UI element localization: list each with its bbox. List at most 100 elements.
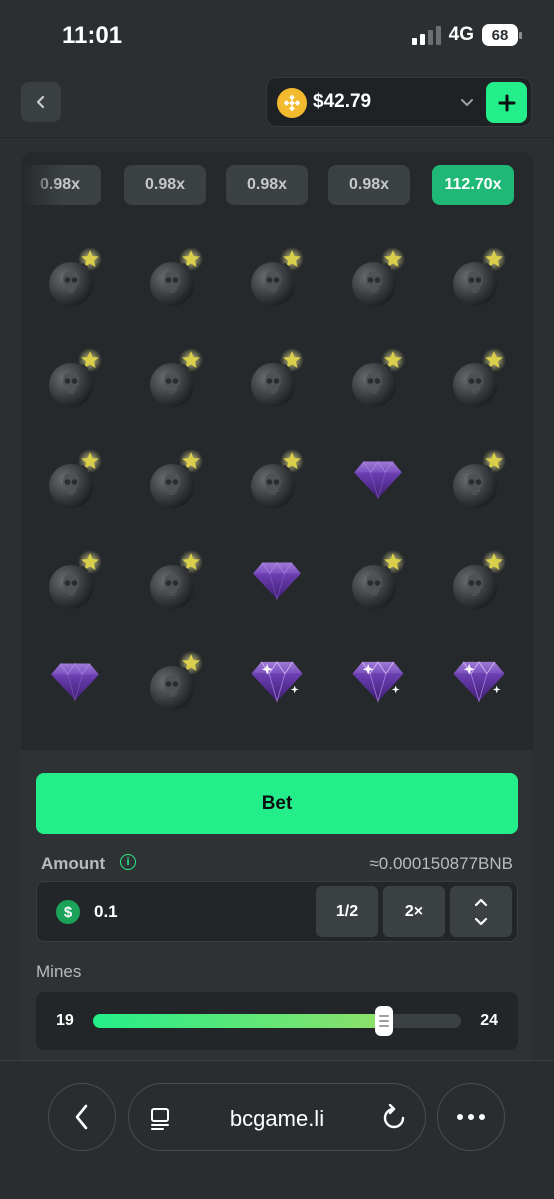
mines-min-value: 19 [56,1012,74,1029]
bomb-icon [49,449,102,508]
amount-stepper-button[interactable] [450,886,512,937]
dollar-coin-icon: $ [56,900,80,924]
bomb-icon [352,550,405,609]
bomb-icon [453,348,506,407]
tile-bomb[interactable] [429,429,529,529]
tile-bomb[interactable] [328,328,428,428]
bomb-icon [150,550,203,609]
plus-icon [498,94,515,111]
tile-bomb[interactable] [126,631,226,731]
tile-gem[interactable] [227,530,327,630]
bomb-icon [352,247,405,306]
tile-grid [25,227,529,737]
bomb-icon [453,247,506,306]
multiplier-chip: 0.98x [124,165,206,205]
tile-gem[interactable] [25,631,125,731]
dot [479,1114,485,1120]
tile-bomb[interactable] [25,530,125,630]
mines-slider-group: 19 24 [36,992,518,1050]
signal-icon [411,25,441,45]
chevron-down-icon [461,99,473,107]
gem-icon [51,662,99,702]
battery-level: 68 [491,26,509,44]
bomb-icon [251,348,304,407]
chevron-left-icon [75,1104,88,1130]
deposit-button[interactable] [486,82,527,123]
address-bar[interactable]: bcgame.li [128,1083,426,1151]
tile-bomb[interactable] [227,227,327,327]
tile-bomb[interactable] [328,227,428,327]
gem-icon [253,561,301,601]
bomb-icon [150,651,203,710]
bomb-icon [352,348,405,407]
browser-back-button[interactable] [48,1083,116,1151]
bomb-icon [251,247,304,306]
network-type: 4G [448,24,474,45]
wallet-balance: $42.79 [313,91,372,112]
gem-icon [354,460,402,500]
bomb-icon [150,348,203,407]
tile-bomb[interactable] [25,429,125,529]
multiplier-fade [21,165,61,205]
up-down-chevron-icon [474,898,488,925]
multiplier-row: 0.98x 0.98x 0.98x 0.98x 112.70x [21,165,533,205]
game-header: $42.79 [0,77,554,138]
status-indicators: 4G 68 [411,24,522,46]
mines-slider[interactable] [93,1006,461,1036]
amount-input-group: $ 0.1 1/2 2× [36,881,518,942]
reload-icon[interactable] [381,1104,407,1132]
tile-bomb[interactable] [429,530,529,630]
wallet-selector[interactable]: $42.79 [266,77,532,127]
mines-max-value: 24 [480,1012,498,1029]
tile-gem[interactable] [328,429,428,529]
amount-label: Amount [41,854,106,873]
tile-gem-revealed[interactable] [429,631,529,731]
chevron-left-icon [36,95,45,109]
bet-controls: Bet Amount i ≈0.000150877BNB $ 0.1 1/2 2… [21,750,533,1060]
tile-bomb[interactable] [227,429,327,529]
half-amount-button[interactable]: 1/2 [316,886,378,937]
battery-icon: 68 [482,24,522,46]
tile-bomb[interactable] [126,530,226,630]
info-icon[interactable]: i [120,854,136,870]
bet-button[interactable]: Bet [36,773,518,834]
browser-toolbar: bcgame.li [0,1060,554,1199]
tile-bomb[interactable] [25,328,125,428]
multiplier-chip: 0.98x [328,165,410,205]
tile-bomb[interactable] [227,328,327,428]
gem-icon [251,661,303,704]
mines-slider-fill [93,1014,384,1028]
bnb-equivalent: ≈0.000150877BNB [369,854,513,873]
gem-icon [352,661,404,704]
back-button[interactable] [21,82,61,122]
more-options-button[interactable] [437,1083,505,1151]
double-amount-button[interactable]: 2× [383,886,445,937]
dot [457,1114,463,1120]
bomb-icon [453,550,506,609]
tile-gem-revealed[interactable] [227,631,327,731]
tile-bomb[interactable] [126,227,226,327]
status-bar: 11:01 4G 68 [0,0,554,80]
tile-bomb[interactable] [429,227,529,327]
dot [468,1114,474,1120]
tile-bomb[interactable] [126,429,226,529]
multiplier-chip: 0.98x [226,165,308,205]
bomb-icon [49,247,102,306]
multiplier-chip-active: 112.70x [432,165,514,205]
bomb-icon [150,247,203,306]
mines-slider-thumb[interactable] [374,1006,393,1036]
tile-bomb[interactable] [25,227,125,327]
mines-label: Mines [36,962,82,981]
bomb-icon [453,449,506,508]
tile-bomb[interactable] [429,328,529,428]
tile-bomb[interactable] [328,530,428,630]
bomb-icon [49,550,102,609]
bomb-icon [49,348,102,407]
bnb-coin-icon [277,88,307,118]
amount-input[interactable]: 0.1 [94,902,118,922]
mines-board: 0.98x 0.98x 0.98x 0.98x 112.70x [21,152,533,750]
tile-bomb[interactable] [126,328,226,428]
gem-icon [453,661,505,704]
tile-gem-revealed[interactable] [328,631,428,731]
bomb-icon [150,449,203,508]
